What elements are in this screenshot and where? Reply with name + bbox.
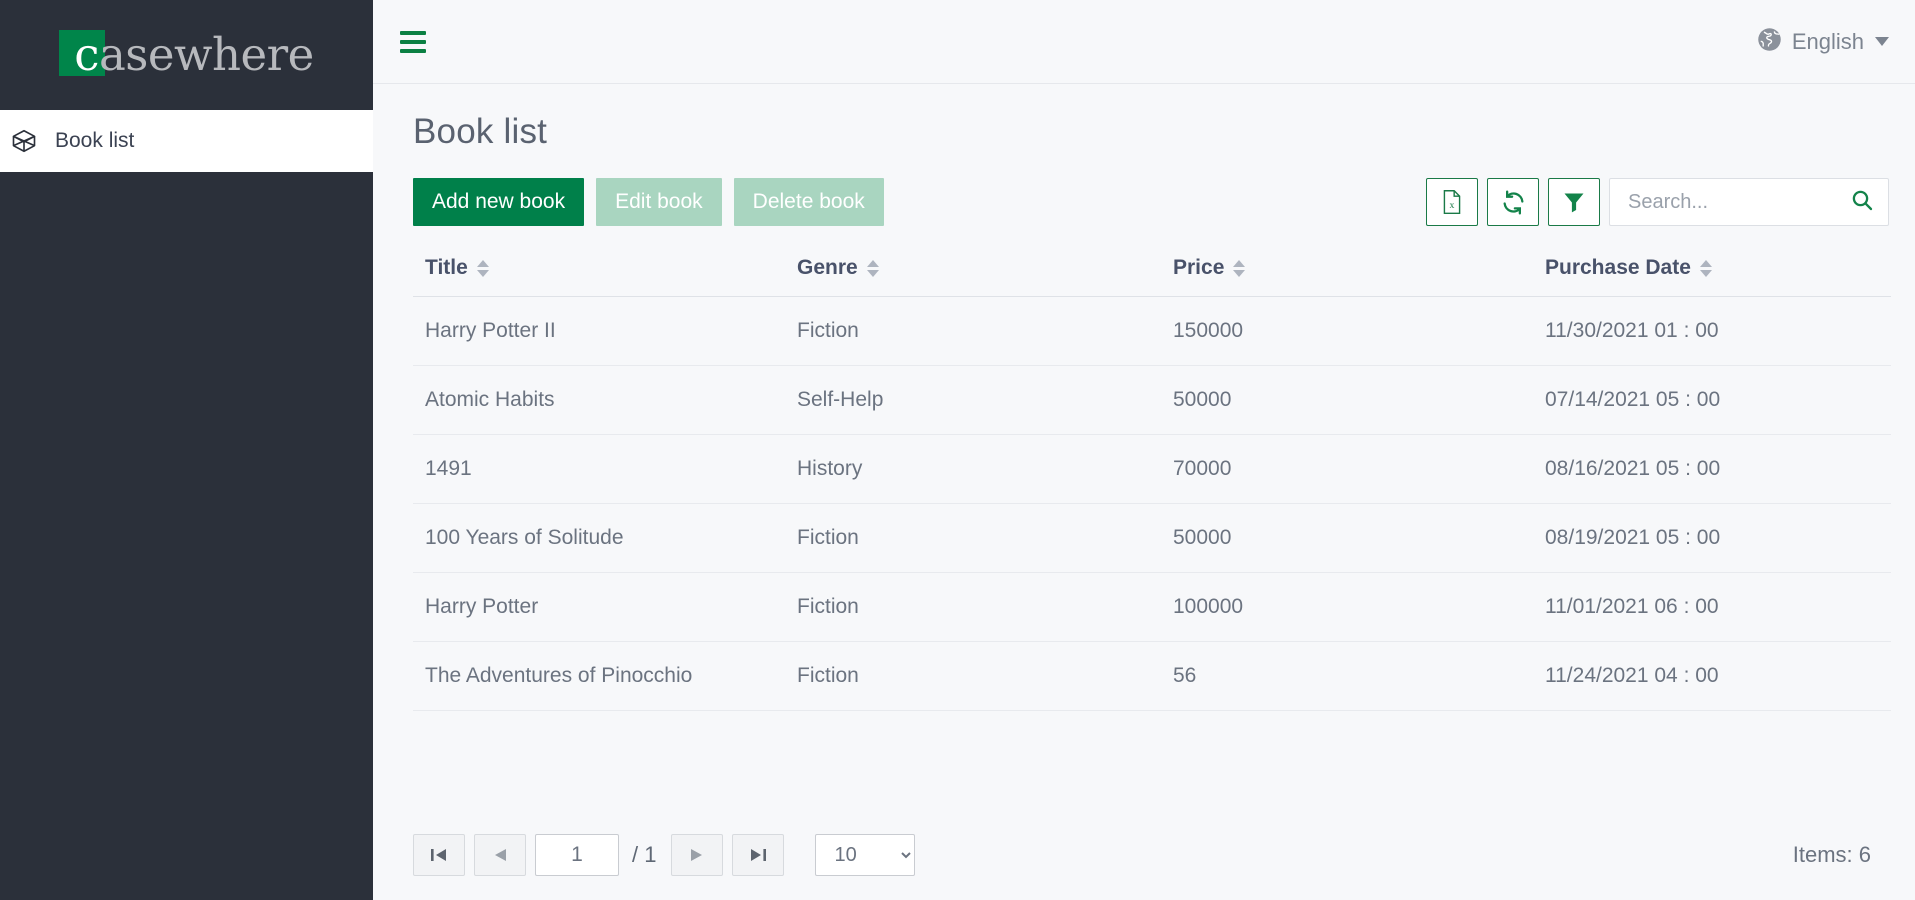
table-head: Title Genre Price Purchase Date — [413, 248, 1891, 297]
action-button-group: Add new book Edit book Delete book — [413, 178, 884, 226]
sort-icon[interactable] — [1233, 259, 1246, 277]
cube-icon — [9, 126, 39, 156]
cell-genre: Fiction — [785, 641, 1161, 711]
topbar: English — [373, 0, 1915, 84]
svg-text:x: x — [1450, 200, 1455, 211]
cell-title: Harry Potter II — [413, 296, 785, 366]
table-row[interactable]: 100 Years of Solitude Fiction 50000 08/1… — [413, 503, 1891, 573]
content-area: Book list Add new book Edit book Delete … — [373, 84, 1915, 900]
grid-tools: x — [1426, 178, 1891, 226]
column-header-title-label: Title — [425, 256, 468, 279]
page-number-input[interactable] — [535, 834, 619, 876]
brand-logo[interactable]: casewhere — [0, 0, 373, 110]
cell-genre: Fiction — [785, 503, 1161, 573]
hamburger-bar-2 — [400, 39, 426, 44]
logo-letter-c: c — [74, 28, 99, 81]
logo-rest: asewhere — [98, 28, 314, 81]
excel-export-icon[interactable]: x — [1426, 178, 1478, 226]
app-root: casewhere Book list English Book list Ad… — [0, 0, 1915, 900]
cell-purchase-date: 07/14/2021 05 : 00 — [1533, 365, 1891, 435]
cell-price: 50000 — [1161, 365, 1533, 435]
add-new-book-button[interactable]: Add new book — [413, 178, 585, 226]
search-icon[interactable] — [1850, 188, 1874, 217]
cell-genre: Fiction — [785, 296, 1161, 366]
globe-icon — [1756, 26, 1783, 58]
search-input[interactable] — [1626, 189, 1850, 215]
language-selector[interactable]: English — [1756, 26, 1893, 58]
cell-price: 70000 — [1161, 434, 1533, 504]
sort-icon[interactable] — [866, 259, 879, 277]
pager: / 1 10 20 50 — [413, 834, 916, 876]
column-header-title[interactable]: Title — [413, 248, 785, 297]
cell-title: Harry Potter — [413, 572, 785, 642]
table-row[interactable]: Harry Potter II Fiction 150000 11/30/202… — [413, 296, 1891, 366]
refresh-icon[interactable] — [1487, 178, 1539, 226]
hamburger-bar-3 — [400, 48, 426, 53]
items-count-label: Items: 6 — [1792, 842, 1871, 867]
main-area: English Book list Add new book Edit book… — [373, 0, 1915, 900]
table-body: Harry Potter II Fiction 150000 11/30/202… — [413, 296, 1891, 711]
page-size-select[interactable]: 10 20 50 100 — [815, 834, 916, 876]
column-header-genre-label: Genre — [797, 256, 858, 279]
total-pages-label: / 1 — [632, 842, 657, 867]
cell-purchase-date: 11/24/2021 04 : 00 — [1533, 641, 1891, 711]
first-page-icon[interactable] — [413, 834, 465, 876]
page-title: Book list — [413, 112, 548, 151]
cell-price: 50000 — [1161, 503, 1533, 573]
cell-title: The Adventures of Pinocchio — [413, 641, 785, 711]
logo-wordmark: casewhere — [59, 27, 314, 83]
pagination-footer: / 1 10 20 50 — [395, 834, 1891, 900]
table-row[interactable]: Atomic Habits Self-Help 50000 07/14/2021… — [413, 365, 1891, 435]
cell-price: 56 — [1161, 641, 1533, 711]
logo-mark: casewhere — [59, 24, 314, 86]
cell-genre: History — [785, 434, 1161, 504]
cell-price: 150000 — [1161, 296, 1533, 366]
hamburger-icon[interactable] — [391, 20, 435, 64]
cell-genre: Fiction — [785, 572, 1161, 642]
cell-title: 100 Years of Solitude — [413, 503, 785, 573]
column-header-purchase-date[interactable]: Purchase Date — [1533, 248, 1891, 297]
search-box[interactable] — [1609, 178, 1889, 226]
sort-icon[interactable] — [1699, 259, 1712, 277]
sidebar-item-book-list[interactable]: Book list — [0, 110, 373, 172]
sidebar-item-label: Book list — [55, 129, 135, 152]
sidebar: casewhere Book list — [0, 0, 373, 900]
cell-purchase-date: 11/30/2021 01 : 00 — [1533, 296, 1891, 366]
cell-title: 1491 — [413, 434, 785, 504]
column-header-price-label: Price — [1173, 256, 1225, 279]
cell-genre: Self-Help — [785, 365, 1161, 435]
next-page-icon[interactable] — [671, 834, 724, 876]
hamburger-bar-1 — [400, 30, 426, 35]
table-header-row: Title Genre Price Purchase Date — [413, 248, 1891, 297]
chevron-down-icon — [1875, 37, 1889, 46]
column-header-price[interactable]: Price — [1161, 248, 1533, 297]
last-page-icon[interactable] — [732, 834, 785, 876]
cell-purchase-date: 08/19/2021 05 : 00 — [1533, 503, 1891, 573]
language-label: English — [1791, 28, 1864, 54]
column-header-genre[interactable]: Genre — [785, 248, 1161, 297]
prev-page-icon[interactable] — [474, 834, 526, 876]
cell-title: Atomic Habits — [413, 365, 785, 435]
sort-icon[interactable] — [476, 259, 489, 277]
filter-funnel-icon[interactable] — [1548, 178, 1600, 226]
cell-purchase-date: 11/01/2021 06 : 00 — [1533, 572, 1891, 642]
book-table: Title Genre Price Purchase Date Harry Po… — [413, 248, 1891, 711]
edit-book-button[interactable]: Edit book — [596, 178, 722, 226]
cell-purchase-date: 08/16/2021 05 : 00 — [1533, 434, 1891, 504]
table-row[interactable]: The Adventures of Pinocchio Fiction 56 1… — [413, 641, 1891, 711]
table-row[interactable]: Harry Potter Fiction 100000 11/01/2021 0… — [413, 572, 1891, 642]
action-toolbar: Add new book Edit book Delete book x — [413, 178, 1891, 226]
column-header-purchase-date-label: Purchase Date — [1545, 256, 1691, 279]
table-row[interactable]: 1491 History 70000 08/16/2021 05 : 00 — [413, 434, 1891, 504]
cell-price: 100000 — [1161, 572, 1533, 642]
delete-book-button[interactable]: Delete book — [733, 178, 884, 226]
